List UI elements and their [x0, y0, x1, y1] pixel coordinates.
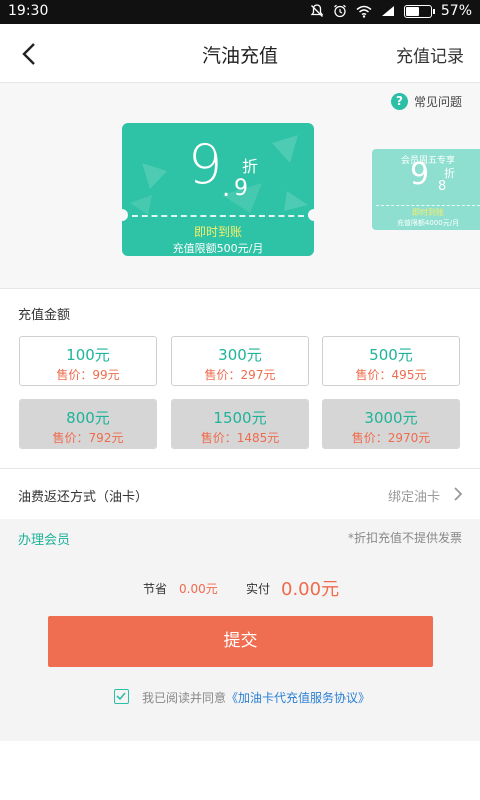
instant-arrival-text: 即时到账: [193, 225, 242, 239]
amount-section-title: 充值金额: [18, 308, 71, 323]
faq-label: 常见问题: [413, 95, 462, 109]
amount-value: 3000元: [364, 409, 418, 427]
question-icon: ?: [390, 93, 408, 110]
discount-dot: .: [222, 173, 231, 203]
recharge-limit-text: 充值限额4000元/月: [396, 219, 460, 227]
discount-decimal: 9: [234, 176, 248, 201]
refund-method-row[interactable]: 油费返还方式（油卡） 绑定油卡: [0, 470, 480, 518]
amount-option-100[interactable]: 100元 售价：99元: [19, 336, 157, 386]
save-value: 0.00元: [179, 582, 218, 596]
status-bar: 19:30 57%: [0, 0, 480, 24]
divider: [0, 468, 480, 469]
status-icons: 57%: [310, 3, 472, 19]
signal-icon: [381, 6, 394, 16]
amount-price: 售价：297元: [204, 368, 276, 382]
submit-button[interactable]: 提交: [48, 616, 433, 667]
amount-option-500[interactable]: 500元 售价：495元: [322, 336, 460, 386]
amount-price: 售价：99元: [56, 368, 120, 382]
amount-value: 1500元: [213, 409, 267, 427]
amount-price: 售价：792元: [52, 431, 124, 445]
battery-icon: [403, 4, 435, 18]
amount-value: 300元: [218, 346, 262, 364]
card-divider: [132, 215, 304, 217]
checkout-section: 办理会员 *折扣充值不提供发票 节省 0.00元 实付 0.00元 提交 我已阅…: [0, 519, 480, 741]
amount-option-300[interactable]: 300元 售价：297元: [171, 336, 309, 386]
amount-price: 售价：495元: [355, 368, 427, 382]
invoice-note: *折扣充值不提供发票: [347, 531, 462, 545]
agreement-checkbox[interactable]: [114, 689, 129, 704]
agreement-row: 我已阅读并同意《加油卡代充值服务协议》: [114, 687, 370, 706]
alarm-icon: [333, 4, 346, 18]
discount-integer: 9: [188, 133, 223, 196]
bind-card-label: 绑定油卡: [387, 490, 440, 505]
status-time: 19:30: [8, 3, 49, 19]
become-member-link[interactable]: 办理会员: [18, 529, 70, 548]
save-label: 节省: [143, 582, 168, 596]
check-icon: [116, 692, 126, 701]
amount-value: 500元: [369, 346, 413, 364]
pay-value: 0.00元: [281, 579, 340, 600]
discount-card-selected[interactable]: 9 . 9 折 即时到账 充值限额500元/月: [122, 123, 314, 256]
recharge-records-button[interactable]: 充值记录: [396, 42, 464, 67]
wifi-icon: [356, 5, 372, 18]
battery-percent: 57%: [440, 3, 472, 19]
amount-price: 售价：1485元: [200, 431, 280, 445]
discount-integer: 9: [410, 157, 430, 192]
refund-method-label: 油费返还方式（油卡）: [18, 490, 149, 505]
amount-price: 售价：2970元: [351, 431, 431, 445]
chevron-right-icon: [454, 487, 463, 501]
discount-unit: 折: [242, 157, 259, 176]
amount-option-800[interactable]: 800元 售价：792元: [19, 399, 157, 449]
discount-card-member[interactable]: 会员周五专享 9 折 8 即时到账 充值限额4000元/月: [372, 149, 480, 230]
faq-link[interactable]: ? 常见问题: [390, 93, 462, 110]
card-notch-right: [308, 209, 314, 221]
discount-section: ? 常见问题 9 . 9 折 即时到账 充值限额500元/月 会员周五专享 9 …: [0, 83, 480, 289]
pay-label: 实付: [246, 582, 271, 596]
card-divider: [376, 205, 480, 206]
amount-value: 100元: [66, 346, 110, 364]
agreement-text: 我已阅读并同意: [142, 691, 227, 705]
amount-option-1500[interactable]: 1500元 售价：1485元: [171, 399, 309, 449]
discount-decimal: 8: [438, 179, 447, 194]
recharge-limit-text: 充值限额500元/月: [172, 242, 264, 255]
instant-arrival-text: 即时到账: [412, 208, 444, 217]
amount-option-3000[interactable]: 3000元 售价：2970元: [322, 399, 460, 449]
battery-fill: [405, 6, 419, 16]
agreement-link[interactable]: 《加油卡代充值服务协议》: [226, 691, 370, 705]
mute-notification-icon: [310, 4, 324, 17]
top-bar: 汽油充值 充值记录: [0, 24, 480, 83]
amount-value: 800元: [66, 409, 110, 427]
